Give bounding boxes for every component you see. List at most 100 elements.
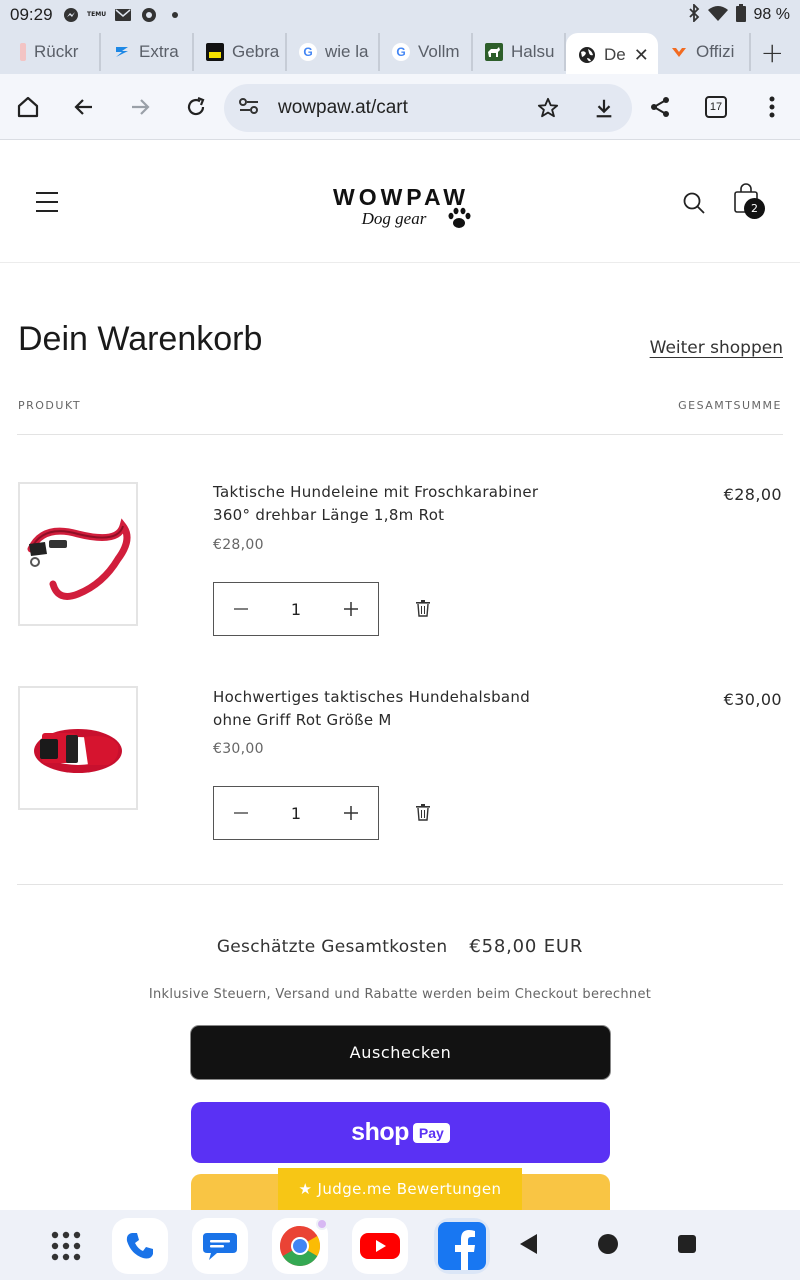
site-logo[interactable]: WOWPAW Dog gear — [330, 184, 472, 229]
google-favicon: G — [299, 43, 317, 61]
tab-wie-la[interactable]: G wie la — [287, 33, 380, 71]
browser-toolbar: wowpaw.at/cart 17 — [0, 74, 800, 140]
subtotal-label: Geschätzte Gesamtkosten — [216, 937, 448, 957]
tab-active-cart[interactable]: De ✕ — [566, 33, 658, 77]
product-unit-price: €30,00 — [213, 741, 264, 757]
shop-pay-badge: Pay — [412, 1122, 450, 1143]
extra-favicon — [113, 43, 131, 61]
youtube-icon[interactable] — [352, 1218, 408, 1274]
status-bar: 09:29 TEMU 98 % — [0, 0, 800, 30]
battery-icon — [735, 3, 746, 27]
quantity-input[interactable] — [268, 589, 324, 629]
cart-bag-icon[interactable]: 2 — [733, 183, 767, 219]
trash-icon[interactable] — [413, 598, 433, 618]
new-tab-button[interactable]: + — [761, 36, 784, 69]
app-drawer-icon[interactable] — [38, 1218, 94, 1274]
temu-icon: TEMU — [87, 11, 107, 18]
quantity-stepper — [213, 582, 379, 636]
decrease-quantity-button[interactable] — [214, 583, 268, 635]
column-header-total: GESAMTSUMME — [678, 399, 782, 412]
product-line-total: €28,00 — [723, 485, 782, 504]
search-icon[interactable] — [682, 191, 706, 219]
tab-label: Vollm — [418, 42, 460, 61]
back-icon[interactable] — [518, 1232, 540, 1260]
judgeme-reviews-tab[interactable]: ★ Judge.me Bewertungen — [278, 1168, 522, 1210]
tab-halsu[interactable]: Halsu — [473, 33, 566, 71]
cart-count-badge: 2 — [744, 198, 765, 219]
back-arrow-icon[interactable] — [56, 79, 112, 135]
wifi-icon — [707, 5, 728, 26]
globe-favicon — [578, 46, 596, 64]
tab-offizi[interactable]: Offizi — [658, 33, 751, 71]
bookmark-star-icon[interactable] — [532, 92, 564, 124]
tab-label: Rückr — [34, 42, 79, 61]
url-text[interactable]: wowpaw.at/cart — [278, 97, 408, 119]
site-header: WOWPAW Dog gear 2 — [0, 141, 800, 263]
tab-vollm[interactable]: G Vollm — [380, 33, 473, 71]
share-icon[interactable] — [632, 79, 688, 135]
items-divider — [17, 884, 783, 885]
rueckruf-favicon — [20, 43, 26, 61]
gebra-favicon — [206, 43, 224, 61]
tab-switcher-button[interactable]: 17 — [688, 79, 744, 135]
tab-gebra[interactable]: Gebra — [194, 33, 287, 71]
tab-rueckruf[interactable]: Rückr — [8, 33, 101, 71]
checkout-button[interactable]: Auschecken — [191, 1026, 610, 1079]
status-time: 09:29 — [10, 5, 53, 24]
subtotal-value: €58,00 EUR — [469, 936, 584, 957]
download-icon[interactable] — [588, 92, 620, 124]
product-image-leash[interactable] — [18, 482, 138, 626]
battery-level: 98 % — [753, 6, 790, 23]
more-menu-icon[interactable] — [744, 79, 800, 135]
messenger-icon — [63, 7, 79, 23]
product-line-total: €30,00 — [723, 690, 782, 709]
tab-label: wie la — [325, 42, 369, 61]
tab-label: Extra — [139, 42, 179, 61]
messages-icon[interactable] — [192, 1218, 248, 1274]
notification-dot — [316, 1218, 328, 1230]
tab-count: 17 — [705, 95, 727, 118]
chrome-icon — [141, 7, 157, 23]
reload-icon[interactable] — [168, 79, 224, 135]
tab-extra[interactable]: Extra — [101, 33, 194, 71]
tab-label: Gebra — [232, 42, 280, 61]
close-tab-icon[interactable]: ✕ — [634, 45, 649, 66]
tab-label: Offizi — [696, 42, 735, 61]
tab-label: De — [604, 45, 626, 64]
mail-icon — [114, 7, 131, 23]
quantity-stepper — [213, 786, 379, 840]
hamburger-menu-icon[interactable] — [35, 191, 59, 217]
quantity-input[interactable] — [268, 793, 324, 833]
android-taskbar — [0, 1210, 800, 1280]
increase-quantity-button[interactable] — [324, 583, 378, 635]
tab-strip: Rückr Extra Gebra G wie la G Vollm Halsu… — [0, 30, 800, 77]
continue-shopping-link[interactable]: Weiter shoppen — [650, 338, 783, 358]
phone-icon[interactable] — [112, 1218, 168, 1274]
product-unit-price: €28,00 — [213, 537, 264, 553]
chrome-app-icon[interactable] — [272, 1218, 328, 1274]
product-image-collar[interactable] — [18, 686, 138, 810]
site-settings-icon[interactable] — [238, 96, 260, 120]
shop-pay-wordmark: shop — [351, 1118, 409, 1146]
home-icon[interactable] — [0, 79, 56, 135]
dot-icon — [167, 7, 183, 23]
recents-icon[interactable] — [677, 1232, 697, 1260]
orange-favicon — [670, 43, 688, 61]
product-name[interactable]: Hochwertiges taktisches Hundehalsband oh… — [213, 686, 573, 732]
dog-favicon — [485, 43, 503, 61]
facebook-icon[interactable] — [434, 1218, 490, 1274]
tab-label: Halsu — [511, 42, 555, 61]
increase-quantity-button[interactable] — [324, 787, 378, 839]
decrease-quantity-button[interactable] — [214, 787, 268, 839]
product-name[interactable]: Taktische Hundeleine mit Froschkarabiner… — [213, 481, 573, 527]
paw-icon — [446, 206, 472, 234]
forward-arrow-icon[interactable] — [112, 79, 168, 135]
estimated-total: Geschätzte Gesamtkosten €58,00 EUR — [0, 936, 800, 957]
home-nav-icon[interactable] — [597, 1232, 619, 1260]
header-divider — [17, 434, 783, 435]
address-bar[interactable]: wowpaw.at/cart — [224, 84, 632, 132]
trash-icon[interactable] — [413, 802, 433, 822]
column-header-product: PRODUKT — [18, 399, 82, 412]
shop-pay-button[interactable]: shop Pay — [191, 1102, 610, 1163]
google-favicon: G — [392, 43, 410, 61]
